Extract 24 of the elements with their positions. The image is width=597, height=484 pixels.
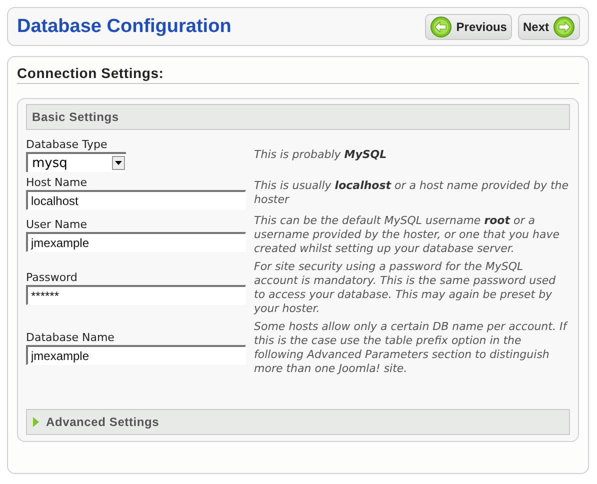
- help-text: For site security using a password for the MySQL account is mandatory. This is the same password used to access your database. This may again be preset by your hoster.: [254, 260, 557, 316]
- section-title: Connection Settings:: [17, 65, 579, 84]
- help-text: This is probably MySQL: [254, 148, 388, 162]
- help-text: This is usually localhost or a host name provided by the hoster: [254, 179, 570, 207]
- database-type-select[interactable]: mysq: [26, 152, 126, 172]
- help-text: Some hosts allow only a certain DB name per account. If this is the case use the table prefix option in the following Advanced Parameters section to distinguish more than one Joomla! site.: [254, 320, 569, 376]
- text-field[interactable]: jmexample: [26, 232, 246, 252]
- field-label: Database Type: [26, 138, 108, 151]
- text-field[interactable]: jmexample: [26, 345, 246, 365]
- text-field[interactable]: ******: [26, 285, 246, 305]
- advanced-settings-toggle[interactable]: Advanced Settings: [26, 409, 570, 435]
- next-button[interactable]: Next: [518, 14, 580, 40]
- field-label: Host Name: [26, 176, 88, 189]
- basic-settings-header: Basic Settings: [26, 104, 570, 130]
- advanced-settings-label: Advanced Settings: [46, 415, 160, 429]
- field-label: User Name: [26, 218, 88, 231]
- text-field[interactable]: localhost: [26, 190, 246, 210]
- dropdown-caret-icon: [112, 156, 125, 170]
- previous-button[interactable]: Previous: [425, 14, 512, 40]
- expand-arrow-icon: [32, 417, 39, 427]
- field-label: Password: [26, 271, 78, 284]
- help-text: This can be the default MySQL username root or a username provided by the hoster, or one that you have created whilst setting up your database server.: [254, 214, 561, 256]
- page-title: Database Configuration: [17, 16, 232, 38]
- field-label: Database Name: [26, 331, 116, 344]
